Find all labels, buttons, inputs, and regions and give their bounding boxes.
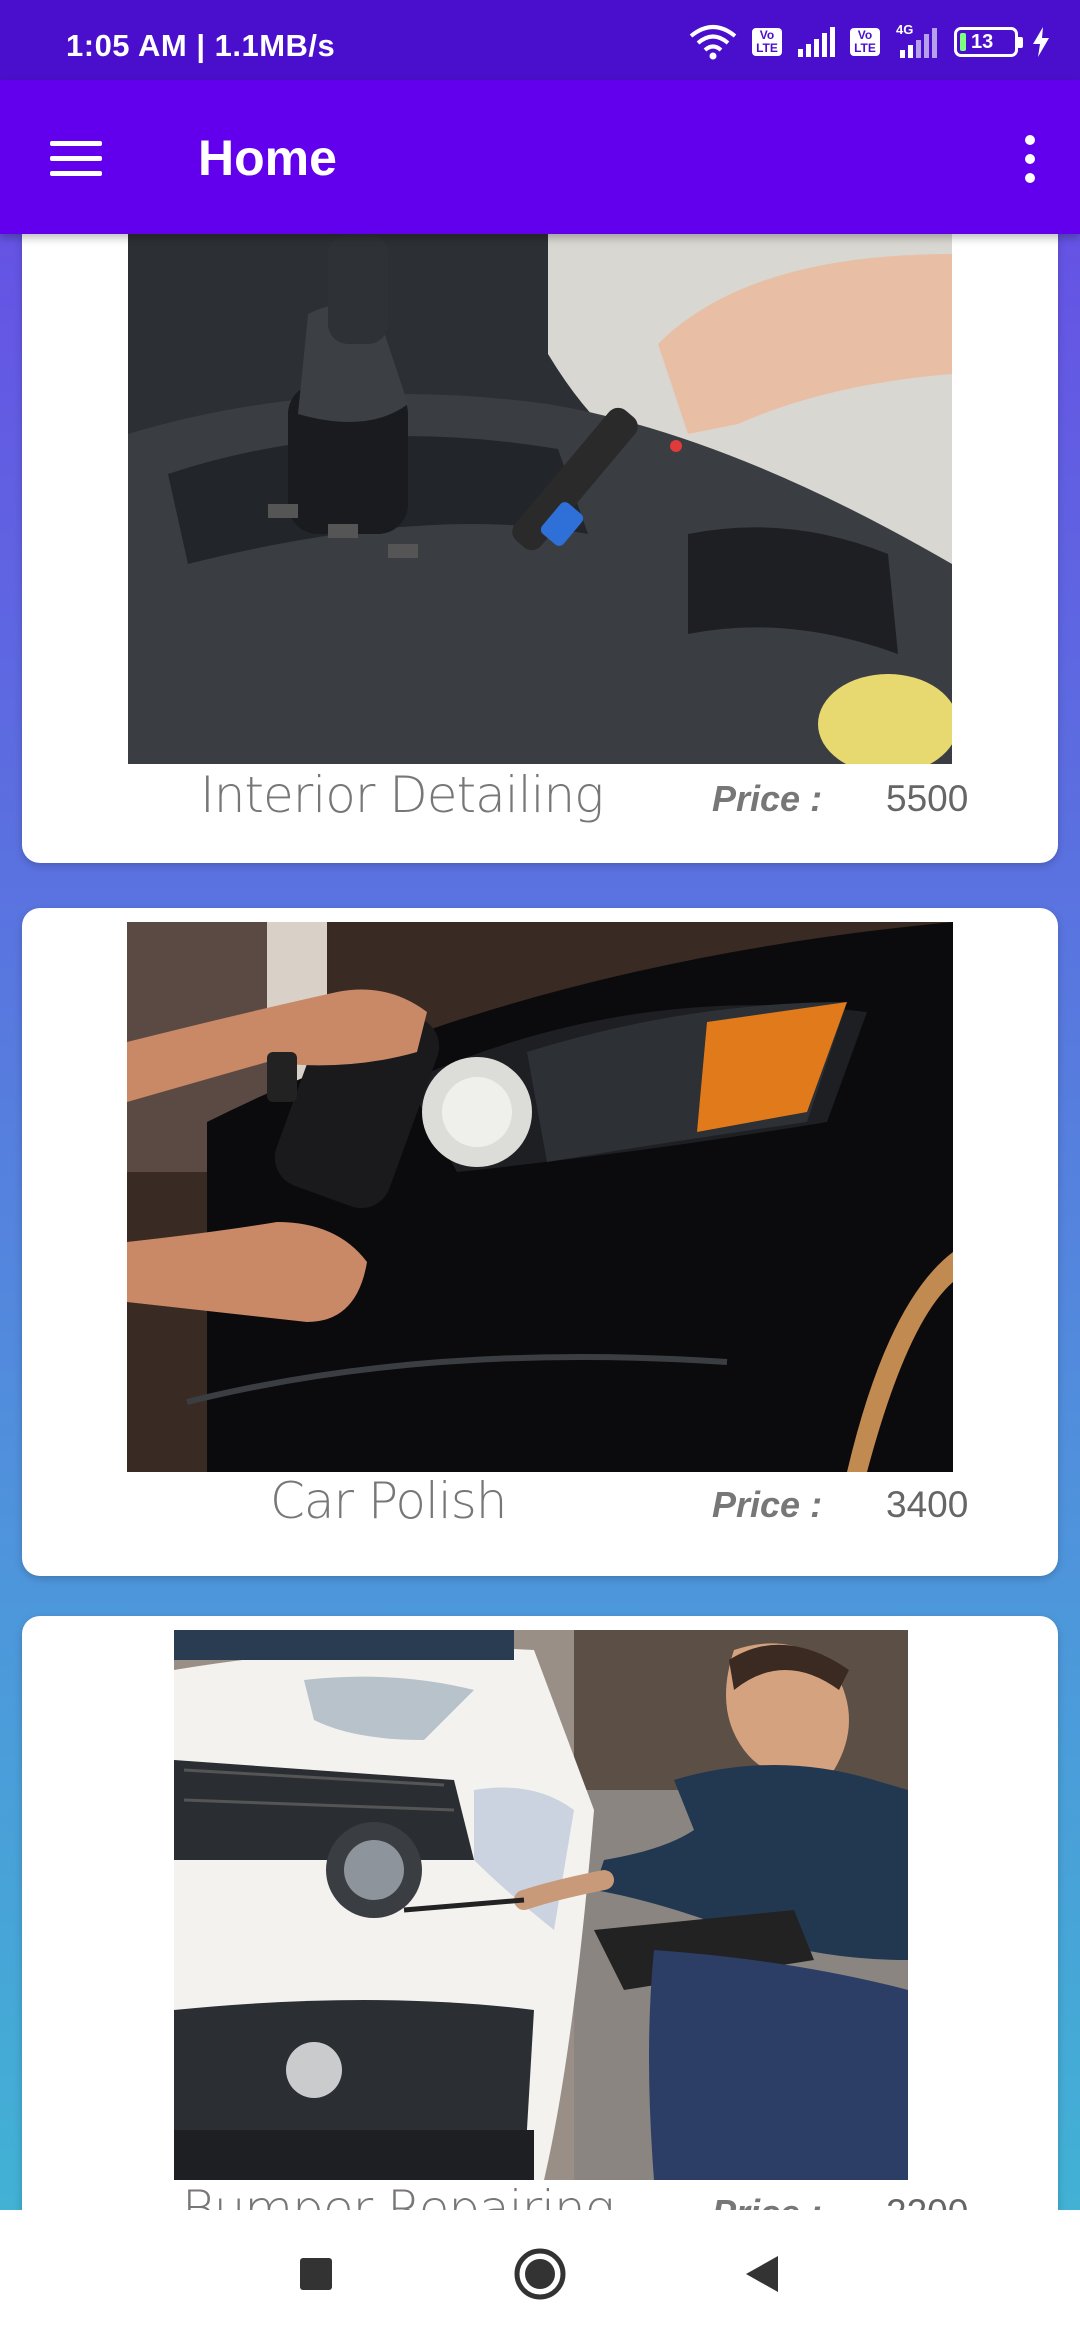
volte-badge-1: Vo LTE (752, 28, 782, 56)
home-circle-icon[interactable] (510, 2244, 570, 2304)
status-time-speed: 1:05 AM | 1.1MB/s (66, 28, 336, 63)
charging-icon (1033, 27, 1049, 57)
back-triangle-icon[interactable] (732, 2244, 792, 2304)
service-card[interactable]: Bumper Repairing Price : 2200 (22, 1616, 1058, 2210)
price-value: 2200 (886, 2192, 968, 2210)
bumper-damage-photo (174, 1630, 908, 2180)
price-label: Price : (712, 2192, 822, 2210)
car-polishing-photo (127, 922, 953, 1472)
service-list[interactable]: Interior Detailing Price : 5500 Car Poli… (0, 234, 1080, 2210)
signal-4g: 4G (894, 22, 940, 58)
status-bar: 1:05 AM | 1.1MB/s Vo LTE Vo LTE 4G 13 (0, 0, 1080, 80)
app-bar: Home (0, 80, 1080, 234)
service-name: Bumper Repairing (182, 2180, 615, 2210)
battery-icon: 13 (954, 27, 1023, 57)
price-label: Price : (712, 1484, 823, 1525)
service-card[interactable]: Car Polish Price : 3400 (22, 908, 1058, 1576)
service-name: Car Polish (270, 1472, 507, 1530)
interior-cleaning-photo (128, 234, 952, 764)
signal-icon-2 (900, 28, 937, 58)
volte-badge-2: Vo LTE (850, 28, 880, 56)
price-value: 3400 (886, 1484, 969, 1525)
signal-icon-1 (798, 27, 835, 57)
battery-level: 13 (971, 31, 994, 53)
recents-square-icon[interactable] (286, 2244, 346, 2304)
system-navigation-bar (0, 2210, 1080, 2340)
status-icons: Vo LTE Vo LTE 4G 13 (688, 22, 1050, 62)
more-options-icon[interactable] (1010, 124, 1050, 194)
page-title: Home (198, 130, 337, 186)
menu-icon[interactable] (40, 128, 112, 188)
service-card[interactable]: Interior Detailing Price : 5500 (22, 234, 1058, 863)
price-label: Price : (712, 778, 823, 819)
wifi-icon (689, 25, 737, 60)
price-value: 5500 (886, 778, 969, 819)
service-name: Interior Detailing (200, 766, 604, 824)
